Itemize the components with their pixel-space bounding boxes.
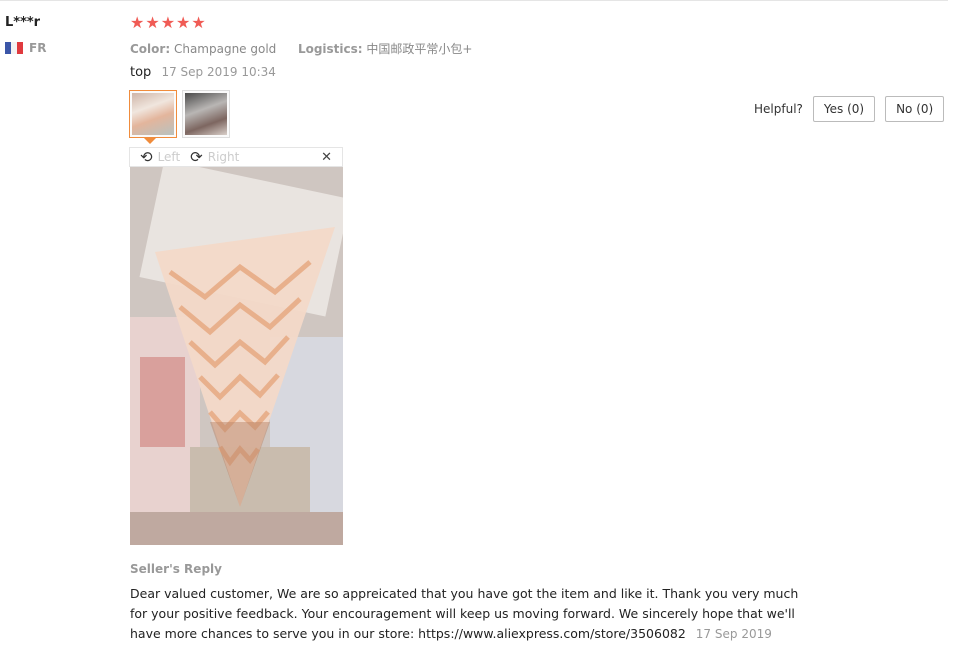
feedback: top 17 Sep 2019 10:34 <box>130 65 276 80</box>
order-info: Color: Champagne gold Logistics: 中国邮政平常小… <box>130 40 472 57</box>
enlarged-photo <box>130 167 343 545</box>
country-code: FR <box>29 41 47 55</box>
rotate-right-icon: ⟳ <box>190 147 203 166</box>
rating-stars: ★ ★ ★ ★ ★ <box>130 14 206 32</box>
rotate-left-button[interactable]: ⟲ Left <box>140 147 181 166</box>
seller-reply-title: Seller's Reply <box>130 562 222 576</box>
photo-thumbnail[interactable] <box>182 90 230 138</box>
divider <box>0 0 948 1</box>
image-viewer-toolbar: ⟲ Left ⟳ Right ✕ <box>129 147 343 167</box>
rotate-right-button[interactable]: ⟳ Right <box>190 147 240 166</box>
reviewer-country: FR <box>5 41 46 55</box>
color-value: Champagne gold <box>173 42 277 56</box>
seller-reply: Dear valued customer, We are so appreica… <box>130 584 800 649</box>
helpful-section: Helpful? Yes (0) No (0) <box>754 96 945 122</box>
feedback-date: 17 Sep 2019 10:34 <box>161 65 276 79</box>
helpful-no-button[interactable]: No (0) <box>885 96 945 122</box>
star-icon: ★ <box>191 13 206 32</box>
star-icon: ★ <box>145 13 160 32</box>
color-label: Color: <box>130 42 171 56</box>
logistics-label: Logistics: <box>297 42 363 56</box>
review-page: L***r FR ★ ★ ★ ★ ★ Color: Champagne gold… <box>0 0 963 649</box>
helpful-label: Helpful? <box>754 102 803 116</box>
close-icon[interactable]: ✕ <box>321 150 332 165</box>
photo-image <box>132 93 174 135</box>
rotate-right-label: Right <box>207 150 240 164</box>
logistics-value: 中国邮政平常小包+ <box>366 42 473 56</box>
star-icon: ★ <box>176 13 191 32</box>
feedback-text: top <box>130 65 152 80</box>
star-icon: ★ <box>160 13 176 32</box>
rotate-left-icon: ⟲ <box>140 147 153 166</box>
active-thumb-pointer <box>144 138 156 144</box>
helpful-yes-button[interactable]: Yes (0) <box>812 96 876 122</box>
photo-thumbnails <box>129 90 230 138</box>
reviewer-name: L***r <box>5 15 41 30</box>
photo-image <box>185 93 227 135</box>
photo-illustration <box>130 167 343 545</box>
star-icon: ★ <box>130 13 145 32</box>
photo-thumbnail[interactable] <box>129 90 177 138</box>
france-flag-icon <box>5 42 23 54</box>
rotate-left-label: Left <box>157 150 181 164</box>
